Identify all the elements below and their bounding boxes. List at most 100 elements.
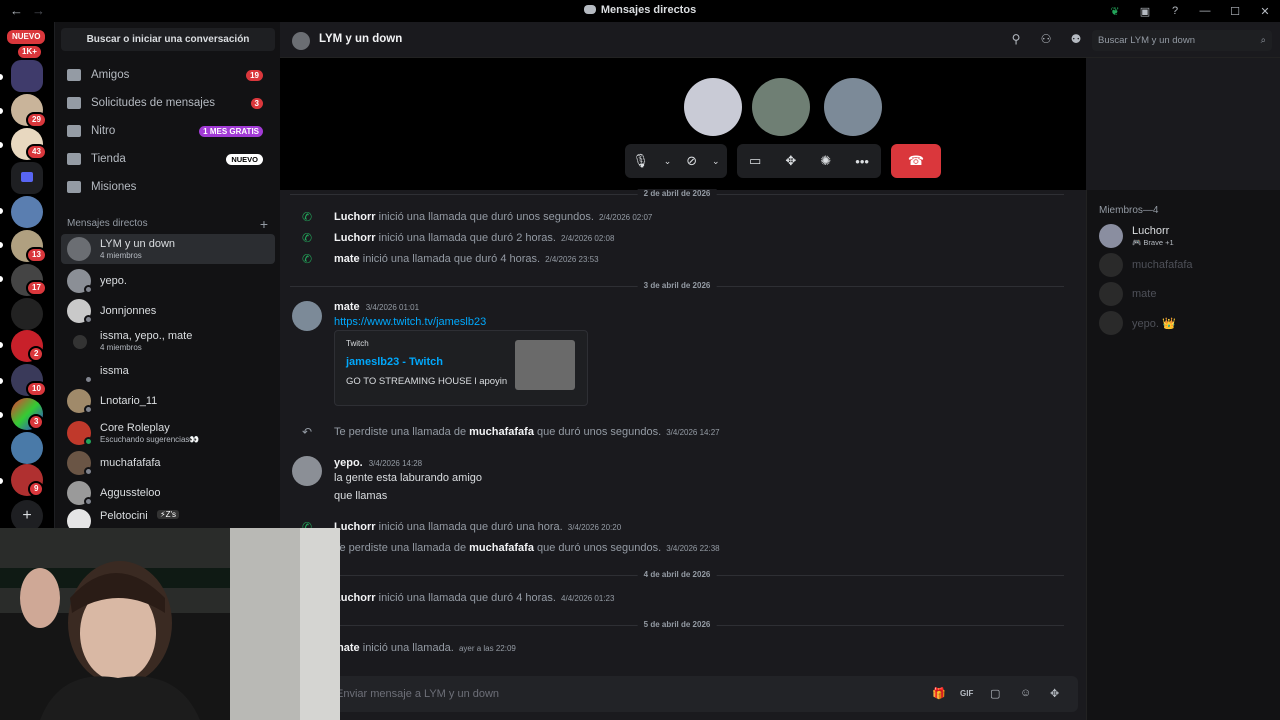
- create-dm-icon[interactable]: +: [260, 216, 268, 232]
- timestamp: 2/4/2026 02:07: [598, 213, 653, 222]
- envelope-icon: [67, 97, 81, 109]
- msg-user[interactable]: muchafafafa: [469, 542, 534, 554]
- author-name[interactable]: mate: [334, 301, 360, 313]
- add-friends-icon[interactable]: ⚇: [1038, 32, 1054, 46]
- dm-sub: Escuchando sugerencias👀: [100, 435, 200, 444]
- date-divider: 3 de abril de 2026: [290, 281, 1064, 290]
- message-author[interactable]: mate 3/4/2026 01:01: [334, 301, 419, 313]
- server-icon[interactable]: [11, 298, 43, 330]
- dm-name: Pelotocini: [100, 510, 148, 522]
- timestamp: 2/4/2026 02:08: [561, 234, 615, 243]
- author-name[interactable]: yepo.: [334, 457, 363, 469]
- server-icon[interactable]: [11, 432, 43, 464]
- server-badge: 17: [26, 280, 47, 296]
- camera-off-icon[interactable]: ⊘: [686, 153, 697, 169]
- msg-user[interactable]: muchafafafa: [469, 426, 534, 438]
- member-item[interactable]: mate: [1099, 282, 1279, 306]
- nitro-promo-badge: 1 MES GRATIS: [199, 125, 263, 137]
- gift-icon[interactable]: 🎁: [932, 687, 946, 700]
- avatar: [1099, 253, 1123, 277]
- msg-user[interactable]: mate: [334, 253, 360, 265]
- message-composer[interactable]: Enviar mensaje a LYM y un down 🎁 GIF ▢ ☺…: [300, 676, 1078, 712]
- members-list-icon[interactable]: ⚉: [1068, 32, 1084, 46]
- msg-user[interactable]: Luchorr: [334, 521, 376, 533]
- soundboard-icon[interactable]: ✺: [820, 153, 831, 169]
- embed-title[interactable]: jameslb23 - Twitch: [346, 356, 443, 368]
- dm-item[interactable]: Jonnjonnes: [61, 296, 275, 326]
- avatar[interactable]: [292, 301, 322, 331]
- msg-user[interactable]: Luchorr: [334, 592, 376, 604]
- gif-icon[interactable]: GIF: [960, 689, 973, 698]
- date-divider: 5 de abril de 2026: [290, 620, 1064, 629]
- server-icon[interactable]: [11, 196, 43, 228]
- call-participant-avatar[interactable]: [824, 78, 882, 136]
- nav-message-requests[interactable]: Solicitudes de mensajes 3: [61, 90, 275, 116]
- dm-name: muchafafafa: [100, 457, 161, 469]
- nav-friends[interactable]: Amigos 19: [61, 62, 275, 88]
- message-author[interactable]: yepo. 3/4/2026 14:28: [334, 457, 422, 469]
- dm-item[interactable]: yepo.: [61, 266, 275, 296]
- missed-call-icon: ↶: [302, 425, 313, 439]
- dm-item[interactable]: muchafafafa: [61, 448, 275, 478]
- phone-icon: ✆: [302, 231, 313, 245]
- pin-icon[interactable]: ⚲: [1008, 32, 1024, 46]
- dm-name: Core Roleplay: [100, 422, 170, 434]
- dm-item[interactable]: issma, yepo., mate 4 miembros: [61, 326, 275, 356]
- help-icon[interactable]: ?: [1160, 5, 1190, 17]
- msg-text: inició una llamada que duró una hora.: [378, 521, 563, 533]
- dm-item[interactable]: Core Roleplay Escuchando sugerencias👀: [61, 418, 275, 448]
- call-participant-avatar[interactable]: [684, 78, 742, 136]
- nav-shop[interactable]: Tienda NUEVO: [61, 146, 275, 172]
- member-name: Luchorr: [1132, 225, 1170, 237]
- member-item[interactable]: yepo. 👑: [1099, 311, 1279, 335]
- member-item[interactable]: muchafafafa: [1099, 253, 1279, 277]
- message-list: 2 de abril de 2026 ✆ Luchorr inició una …: [280, 189, 1086, 672]
- dm-item[interactable]: Aggussteloo: [61, 478, 275, 508]
- apps-icon[interactable]: ✥: [1050, 687, 1059, 700]
- nav-quests[interactable]: Misiones: [61, 174, 275, 200]
- find-conversation-button[interactable]: Buscar o iniciar una conversación: [61, 28, 275, 51]
- emoji-icon[interactable]: ☺: [1020, 687, 1031, 699]
- more-options-icon[interactable]: •••: [855, 154, 869, 169]
- avatar[interactable]: [292, 456, 322, 486]
- close-icon[interactable]: ✕: [1250, 5, 1280, 18]
- nitro-leaf-icon[interactable]: ❦: [1100, 5, 1130, 18]
- msg-text: Te perdiste una llamada de: [334, 426, 467, 438]
- microphone-icon[interactable]: 🎙: [632, 153, 649, 169]
- date-divider: 4 de abril de 2026: [290, 570, 1064, 579]
- member-list: Miembros—4 Luchorr 🎮 Brave +1 muchafafafa…: [1086, 190, 1280, 720]
- nav-nitro[interactable]: Nitro 1 MES GRATIS: [61, 118, 275, 144]
- message-link[interactable]: https://www.twitch.tv/jameslb23: [334, 316, 486, 328]
- folder-glyph-icon: [21, 172, 33, 182]
- phone-hangup-icon: ☎: [907, 153, 925, 168]
- dm-item[interactable]: issma: [61, 356, 275, 386]
- dm-item[interactable]: LYM y un down 4 miembros: [61, 234, 275, 264]
- date-divider: 2 de abril de 2026: [290, 189, 1064, 198]
- maximize-icon[interactable]: ☐: [1220, 5, 1250, 18]
- phone-icon: ✆: [302, 210, 313, 224]
- nav-label: Nitro: [91, 125, 116, 137]
- member-item[interactable]: Luchorr 🎮 Brave +1: [1099, 224, 1279, 248]
- minimize-icon[interactable]: —: [1190, 5, 1220, 17]
- msg-text: que duró unos segundos.: [537, 542, 662, 554]
- dm-sub: 4 miembros: [100, 343, 142, 352]
- msg-user[interactable]: Luchorr: [334, 211, 376, 223]
- channel-search-input[interactable]: Buscar LYM y un down ⌕: [1092, 30, 1272, 51]
- server-icon[interactable]: [11, 60, 43, 92]
- call-participant-avatar[interactable]: [752, 78, 810, 136]
- msg-user[interactable]: Luchorr: [334, 232, 376, 244]
- chevron-down-icon[interactable]: ⌄: [712, 156, 720, 167]
- disconnect-call-button[interactable]: ☎: [891, 144, 941, 178]
- screen-share-icon[interactable]: ▭: [749, 153, 761, 169]
- title-bar: ← → Mensajes directos ❦ ▣ ? — ☐ ✕: [0, 0, 1280, 22]
- chevron-down-icon[interactable]: ⌄: [664, 156, 672, 167]
- embed-thumbnail[interactable]: [515, 340, 575, 390]
- dm-item[interactable]: Lnotario_11: [61, 386, 275, 416]
- nav-label: Amigos: [91, 69, 130, 81]
- webcam-feed: [0, 528, 340, 720]
- sticker-icon[interactable]: ▢: [990, 687, 1000, 700]
- activities-icon[interactable]: ✥: [785, 153, 796, 169]
- shop-icon: [67, 153, 81, 165]
- quests-icon: [67, 181, 81, 193]
- inbox-icon[interactable]: ▣: [1130, 5, 1160, 18]
